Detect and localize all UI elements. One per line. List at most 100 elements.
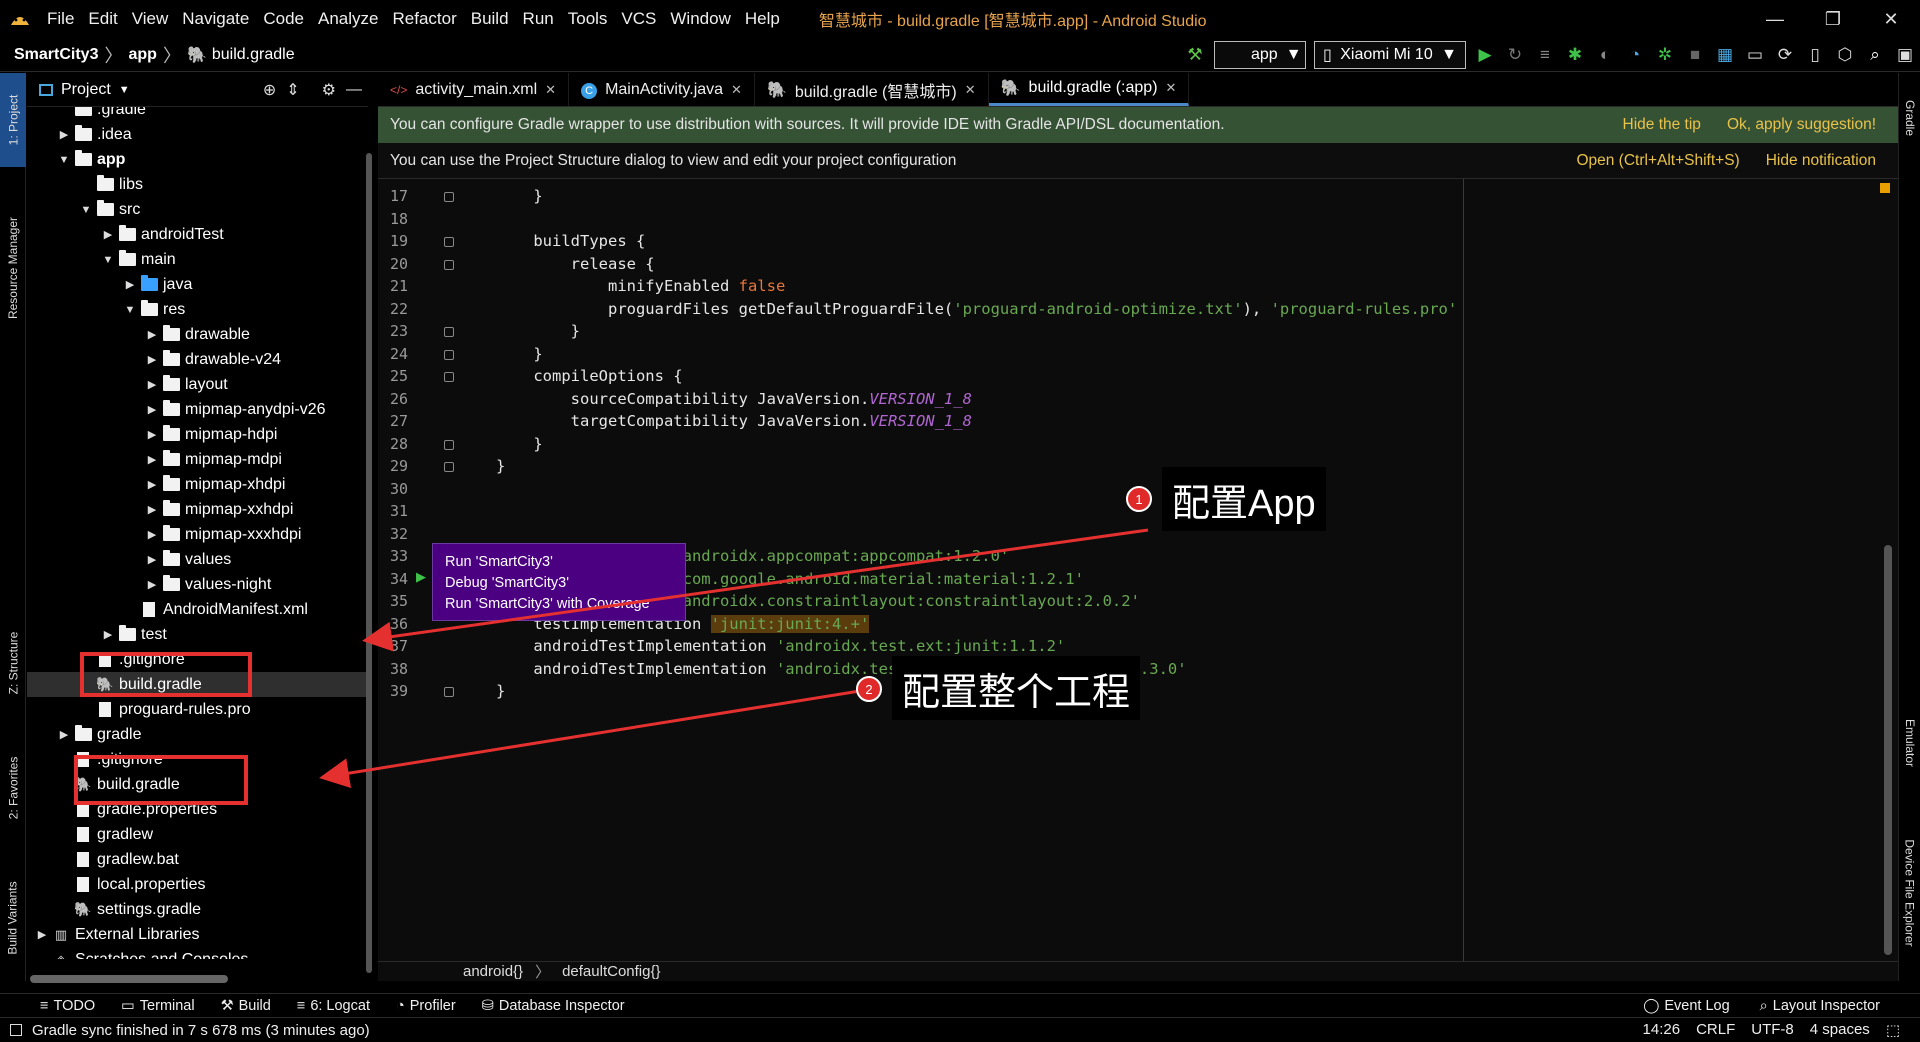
collapsed-arrow-icon[interactable]: ▶: [121, 278, 139, 291]
tree-item[interactable]: ▶ mipmap-hdpi: [27, 422, 368, 447]
collapsed-arrow-icon[interactable]: ▶: [143, 453, 161, 466]
tab-resource-manager[interactable]: Resource Manager: [0, 183, 26, 353]
fold-marker-icon[interactable]: [444, 462, 454, 472]
menu-analyze[interactable]: Analyze: [311, 9, 385, 29]
bottom-tool-terminal[interactable]: ▭ Terminal: [121, 998, 195, 1014]
tree-item[interactable]: ◈ Scratches and Consoles: [27, 947, 368, 960]
menu-code[interactable]: Code: [256, 9, 311, 29]
breadcrumb-android[interactable]: android{}: [463, 963, 523, 980]
close-tab-icon[interactable]: ✕: [1166, 80, 1177, 96]
project-view-select[interactable]: Project: [61, 81, 111, 99]
hide-panel-icon[interactable]: —: [346, 81, 362, 99]
tree-item[interactable]: ▶ androidTest: [27, 222, 368, 247]
collapsed-arrow-icon[interactable]: ▶: [143, 403, 161, 416]
sync-gradle-icon[interactable]: ⟳: [1770, 40, 1800, 70]
code-line[interactable]: compileOptions {: [496, 367, 682, 385]
collapsed-arrow-icon[interactable]: ▶: [143, 353, 161, 366]
tree-item[interactable]: ▶ mipmap-xxhdpi: [27, 497, 368, 522]
caret-position[interactable]: 14:26: [1643, 1021, 1681, 1039]
code-line[interactable]: buildTypes {: [496, 232, 645, 250]
line-separator[interactable]: CRLF: [1696, 1021, 1735, 1039]
tree-item[interactable]: ▶ drawable-v24: [27, 347, 368, 372]
fold-marker-icon[interactable]: [444, 372, 454, 382]
tree-item[interactable]: ▶ java: [27, 272, 368, 297]
fold-marker-icon[interactable]: [444, 237, 454, 247]
fold-marker-icon[interactable]: [444, 439, 454, 450]
avd-manager-icon[interactable]: ▭: [1740, 40, 1770, 70]
code-line[interactable]: }: [496, 322, 580, 340]
collapsed-arrow-icon[interactable]: ▶: [55, 728, 73, 741]
chevron-down-icon[interactable]: ▼: [119, 84, 130, 96]
menu-navigate[interactable]: Navigate: [175, 9, 256, 29]
menu-file[interactable]: File: [40, 9, 81, 29]
menu-vcs[interactable]: VCS: [614, 9, 663, 29]
debug-menu-item[interactable]: Debug 'SmartCity3': [445, 573, 673, 594]
tree-item[interactable]: ▶ mipmap-xxxhdpi: [27, 522, 368, 547]
menu-tools[interactable]: Tools: [561, 9, 615, 29]
collapsed-arrow-icon[interactable]: ▶: [143, 328, 161, 341]
fold-marker-icon[interactable]: [444, 349, 454, 360]
minimize-icon[interactable]: —: [1746, 0, 1804, 38]
menu-build[interactable]: Build: [464, 9, 516, 29]
code-line[interactable]: }: [496, 345, 542, 363]
status-message[interactable]: Gradle sync finished in 7 s 678 ms (3 mi…: [32, 1022, 370, 1039]
apply-code-changes-icon[interactable]: ≡: [1530, 40, 1560, 70]
lock-icon[interactable]: ⬚: [1886, 1021, 1900, 1039]
code-line[interactable]: sourceCompatibility JavaVersion.VERSION_…: [496, 390, 972, 408]
collapse-all-icon[interactable]: ⇕: [286, 80, 299, 100]
close-tab-icon[interactable]: ✕: [545, 82, 556, 98]
expanded-arrow-icon[interactable]: ▼: [77, 204, 95, 216]
locate-icon[interactable]: ⊕: [263, 80, 276, 100]
menu-edit[interactable]: Edit: [81, 9, 124, 29]
menu-help[interactable]: Help: [738, 9, 787, 29]
run-icon[interactable]: ▶: [1470, 40, 1500, 70]
stop-icon[interactable]: ■: [1680, 40, 1710, 70]
device-select[interactable]: ▯ Xiaomi Mi 10 ▼: [1314, 41, 1466, 69]
code-line[interactable]: }: [496, 457, 505, 475]
tree-item[interactable]: ▶ mipmap-anydpi-v26: [27, 397, 368, 422]
expanded-arrow-icon[interactable]: ▼: [55, 154, 73, 166]
bottom-tool-event-log[interactable]: ◯ Event Log: [1643, 998, 1730, 1014]
tree-item[interactable]: .gradle: [27, 107, 368, 122]
tree-item[interactable]: ▼ res: [27, 297, 368, 322]
apply-changes-icon[interactable]: ↻: [1500, 40, 1530, 70]
tree-item[interactable]: 🐘 settings.gradle: [27, 897, 368, 922]
code-line[interactable]: }: [496, 187, 542, 205]
tree-item[interactable]: ▼ src: [27, 197, 368, 222]
fold-marker-icon[interactable]: [444, 327, 454, 337]
tree-item[interactable]: libs: [27, 172, 368, 197]
editor-tab[interactable]: </> activity_main.xml ✕: [378, 73, 570, 106]
code-line[interactable]: androidTestImplementation 'androidx.test…: [496, 637, 1065, 655]
editor-vertical-scrollbar[interactable]: [1884, 545, 1892, 955]
editor-tab[interactable]: 🐘 build.gradle (智慧城市) ✕: [755, 73, 989, 106]
tree-item[interactable]: ▶ mipmap-mdpi: [27, 447, 368, 472]
settings-icon[interactable]: ▣: [1890, 40, 1920, 70]
collapsed-arrow-icon[interactable]: ▶: [143, 528, 161, 541]
tree-item[interactable]: gradlew.bat: [27, 847, 368, 872]
code-line[interactable]: targetCompatibility JavaVersion.VERSION_…: [496, 412, 972, 430]
tab-device-file-explorer[interactable]: Device File Explorer: [1899, 808, 1920, 978]
tab-project[interactable]: 1: Project: [0, 73, 26, 167]
sdk-manager-icon[interactable]: ⬡: [1830, 40, 1860, 70]
crumb-module[interactable]: app: [128, 46, 156, 64]
collapsed-arrow-icon[interactable]: ▶: [143, 578, 161, 591]
menu-window[interactable]: Window: [663, 9, 737, 29]
fold-marker-icon[interactable]: [444, 192, 454, 202]
bottom-tool-layout-inspector[interactable]: ⌕ Layout Inspector: [1760, 998, 1880, 1014]
collapsed-arrow-icon[interactable]: ▶: [143, 428, 161, 441]
collapsed-arrow-icon[interactable]: ▶: [143, 553, 161, 566]
hammer-icon[interactable]: ⚒: [1180, 40, 1210, 70]
apply-suggestion-link[interactable]: Ok, apply suggestion!: [1727, 116, 1876, 134]
editor-tab[interactable]: C MainActivity.java ✕: [569, 73, 755, 106]
hide-tip-link[interactable]: Hide the tip: [1623, 116, 1701, 134]
run-gutter-icon[interactable]: ▶: [416, 569, 426, 585]
speedometer-icon[interactable]: ◔: [1620, 40, 1650, 70]
crumb-project[interactable]: SmartCity3: [14, 46, 98, 64]
tree-item[interactable]: ▶ drawable: [27, 322, 368, 347]
collapsed-arrow-icon[interactable]: ▶: [143, 478, 161, 491]
search-icon[interactable]: ⌕: [1860, 40, 1890, 70]
tree-item[interactable]: ▶ ▥ External Libraries: [27, 922, 368, 947]
tree-item[interactable]: ▶ mipmap-xhdpi: [27, 472, 368, 497]
crumb-file[interactable]: build.gradle: [212, 46, 295, 64]
file-encoding[interactable]: UTF-8: [1751, 1021, 1794, 1039]
